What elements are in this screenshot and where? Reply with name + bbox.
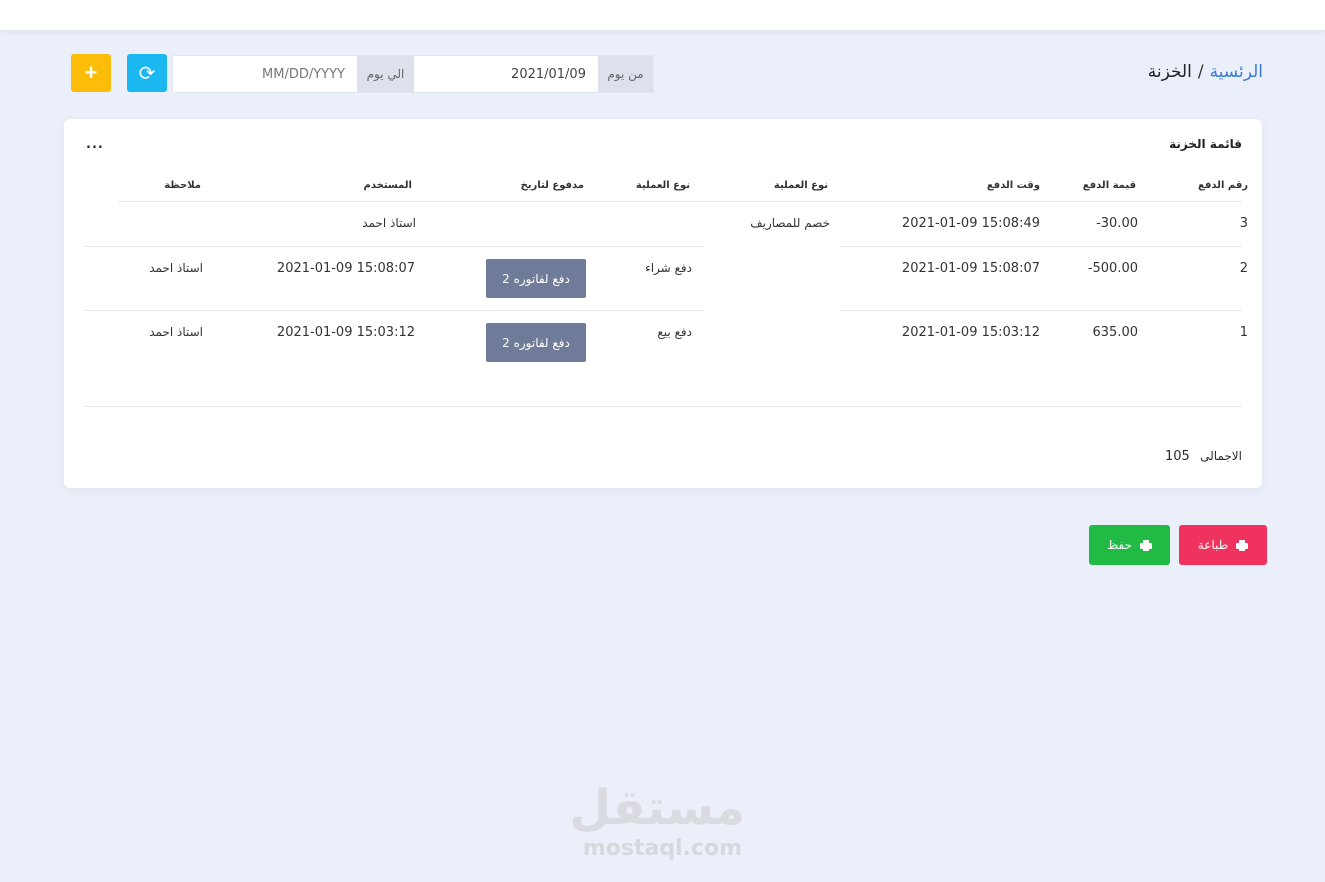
treasury-card: قائمة الخزنة ... رقم الدفع قيمة الدفع وق… bbox=[64, 119, 1262, 488]
row-2-time: 2021-01-09 15:08:07 bbox=[901, 261, 1040, 276]
col-header-user: المستخدم bbox=[363, 180, 412, 191]
total-label: الاجمالى bbox=[1200, 449, 1242, 463]
watermark-logo-url: mostaql.com bbox=[582, 836, 743, 861]
print-button-label: طباعة bbox=[1197, 538, 1229, 552]
date-range-filter: من يوم الي يوم bbox=[172, 55, 654, 93]
printer-icon bbox=[1139, 539, 1152, 551]
from-date-input[interactable] bbox=[413, 56, 598, 92]
add-button[interactable]: + bbox=[71, 54, 111, 92]
col-header-time: وقت الدفع bbox=[986, 180, 1040, 191]
plus-icon: + bbox=[84, 60, 98, 85]
row-1-id: 1 bbox=[1239, 325, 1248, 340]
watermark-logo-arabic: مستقل bbox=[569, 780, 745, 836]
col-header-amount: قيمة الدفع bbox=[1082, 180, 1136, 191]
save-button[interactable]: حفظ bbox=[1089, 525, 1170, 565]
pay-invoice-button[interactable]: دفع لفاتوره 2 bbox=[486, 323, 586, 362]
row-1-time: 2021-01-09 15:03:12 bbox=[901, 325, 1040, 340]
row-2-id: 2 bbox=[1239, 261, 1248, 276]
row-divider bbox=[840, 310, 1242, 311]
header-divider bbox=[118, 201, 1242, 202]
row-3-time: 2021-01-09 15:08:49 bbox=[901, 216, 1040, 231]
printer-icon bbox=[1236, 539, 1249, 551]
row-1-subtype: دفع بيع bbox=[657, 325, 692, 339]
row-1-datetime: 2021-01-09 15:03:12 bbox=[276, 325, 415, 340]
row-divider bbox=[840, 246, 1242, 247]
pay-invoice-button[interactable]: دفع لفاتوره 2 bbox=[486, 259, 586, 298]
row-3-type: خصم للمصاريف bbox=[750, 216, 830, 230]
from-date-label: من يوم bbox=[597, 56, 653, 92]
breadcrumb-separator: / bbox=[1197, 62, 1204, 82]
row-3-user: استاذ احمد bbox=[362, 216, 416, 230]
col-header-type: نوع العملية bbox=[773, 180, 828, 191]
breadcrumb-home-link[interactable]: الرئسية bbox=[1210, 62, 1263, 82]
col-header-payment-no: رقم الدفع bbox=[1198, 180, 1248, 191]
breadcrumb-current: الخزنة bbox=[1147, 62, 1192, 82]
breadcrumb: الرئسية / الخزنة bbox=[1148, 62, 1263, 82]
row-3-id: 3 bbox=[1239, 216, 1248, 231]
more-options-icon[interactable]: ... bbox=[86, 137, 104, 152]
row-divider bbox=[84, 310, 704, 311]
col-header-paid-for: مدفوع لتاريخ bbox=[520, 180, 584, 191]
row-divider bbox=[84, 246, 704, 247]
col-header-note: ملاحظة bbox=[164, 180, 201, 191]
row-3-amount: -30.00 bbox=[1096, 216, 1138, 231]
card-title: قائمة الخزنة bbox=[1169, 137, 1242, 151]
total-value: 105 bbox=[1165, 449, 1190, 464]
refresh-icon: ⟳ bbox=[138, 62, 156, 85]
refresh-button[interactable]: ⟳ bbox=[127, 54, 167, 92]
to-date-label: الي يوم bbox=[357, 56, 414, 92]
top-navbar bbox=[0, 0, 1325, 30]
row-2-datetime: 2021-01-09 15:08:07 bbox=[276, 261, 415, 276]
row-1-note: استاذ احمد bbox=[149, 325, 203, 339]
row-2-amount: -500.00 bbox=[1087, 261, 1138, 276]
row-2-subtype: دفع شراء bbox=[645, 261, 692, 275]
save-button-label: حفظ bbox=[1107, 538, 1132, 552]
print-button[interactable]: طباعة bbox=[1179, 525, 1267, 565]
to-date-input[interactable] bbox=[173, 56, 357, 92]
table-bottom-divider bbox=[84, 406, 1242, 407]
row-1-amount: 635.00 bbox=[1092, 325, 1139, 340]
col-header-subtype: نوع العملية bbox=[635, 180, 690, 191]
row-2-note: استاذ احمد bbox=[149, 261, 203, 275]
